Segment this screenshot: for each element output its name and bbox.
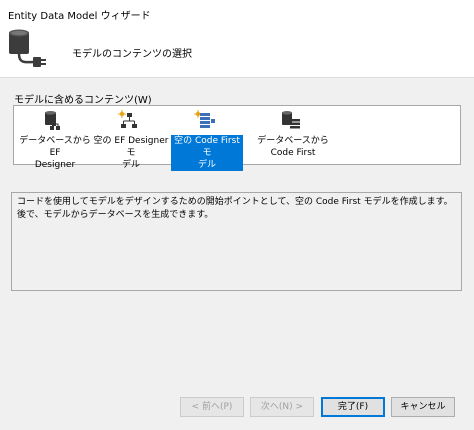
content-group-label: モデルに含めるコンテンツ(W): [14, 95, 152, 106]
code-first-model-icon: [194, 110, 215, 128]
wizard-body: モデルに含めるコンテンツ(W) データベースから EF Designer 空の …: [0, 78, 474, 430]
description-box: コードを使用してモデルをデザインするための開始ポイントとして、空の Code F…: [11, 192, 462, 291]
database-designer-icon: [45, 111, 60, 130]
window-title: Entity Data Model ウィザード: [8, 11, 151, 22]
page-subtitle: モデルのコンテンツの選択: [72, 49, 192, 60]
database-code-first-icon: [282, 111, 300, 129]
cancel-button[interactable]: キャンセル: [391, 397, 455, 417]
prev-button[interactable]: < 前へ(P): [180, 397, 244, 417]
next-button[interactable]: 次へ(N) >: [250, 397, 314, 417]
list-item-database-ef-designer[interactable]: データベースから EF Designer: [16, 106, 94, 170]
list-item-label: 空の Code First モ デル: [171, 135, 243, 171]
list-item-empty-ef-designer[interactable]: 空の EF Designer モ デル: [92, 106, 170, 170]
wizard-header: モデルのコンテンツの選択: [0, 26, 474, 78]
title-bar: Entity Data Model ウィザード: [0, 0, 474, 26]
empty-designer-model-icon: [118, 110, 137, 128]
list-item-empty-code-first[interactable]: 空の Code First モ デル: [168, 106, 246, 171]
list-item-label: 空の EF Designer モ デル: [93, 136, 169, 170]
database-connection-icon: [9, 29, 46, 67]
list-item-label: データベースから EF Designer: [19, 136, 91, 170]
list-item-label: データベースから Code First: [257, 136, 329, 158]
list-item-database-code-first[interactable]: データベースから Code First: [254, 106, 332, 164]
finish-button[interactable]: 完了(F): [321, 397, 385, 417]
model-content-list[interactable]: データベースから EF Designer 空の EF Designer モ デル: [13, 105, 461, 171]
